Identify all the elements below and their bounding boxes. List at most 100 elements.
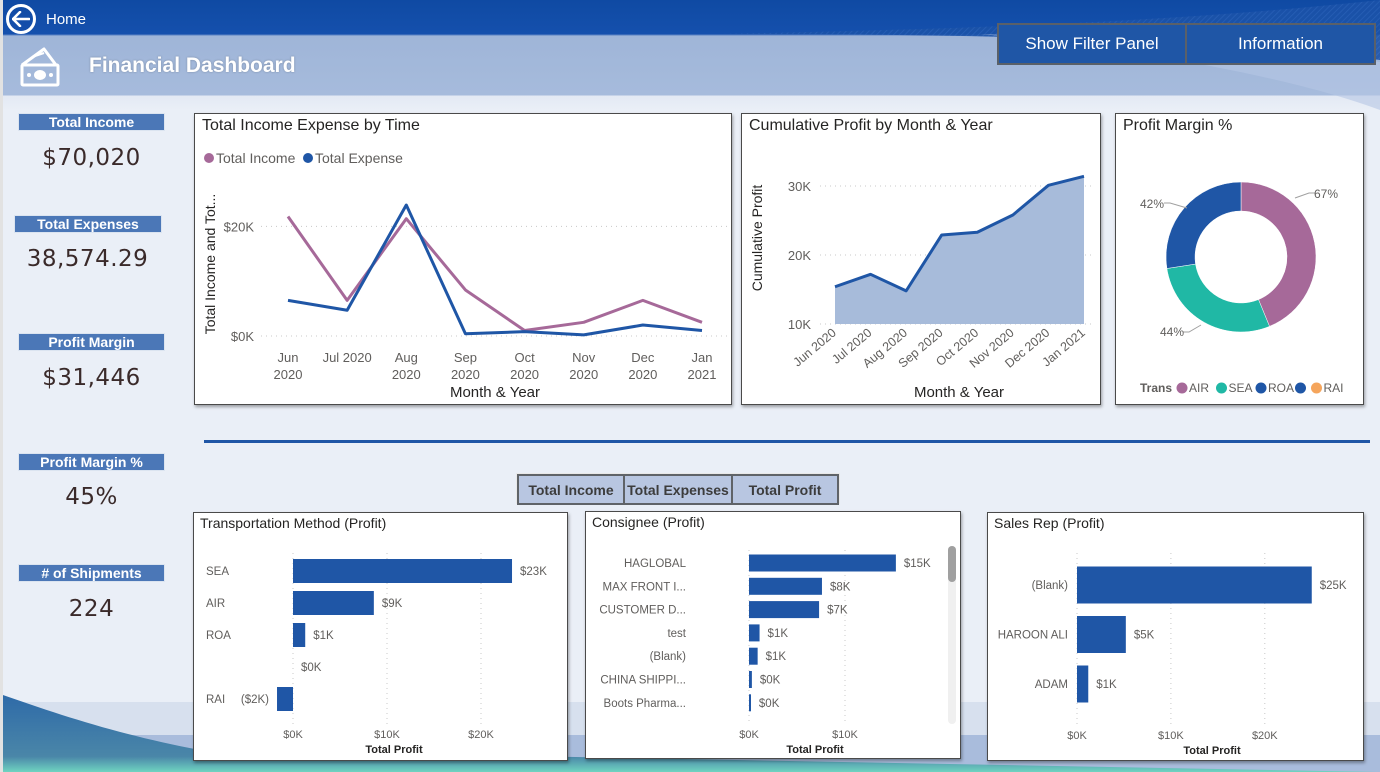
y-axis-title: Total Income and Tot... [202,194,218,335]
donut-data-label: 67% [1314,187,1338,201]
money-icon [20,47,60,87]
bar [749,624,760,642]
income-expense-chart: Total Income Total Expense $0K $20K Total In… [202,150,730,401]
legend-marker-total-expense [303,153,313,163]
data-label: $0K [759,698,780,710]
area-fill [835,176,1084,324]
x-axis-title: Total Profit [1183,745,1241,757]
scrollbar-thumb[interactable] [948,546,956,582]
x-tick-label: Aug [395,350,418,365]
consignee-profit-chart: $0K $10K Total Profit HAGLOBAL $15K MAX FRONT… [599,550,931,756]
x-tick-label: $20K [468,729,494,741]
back-arrow-icon [6,4,36,34]
bar [749,647,758,665]
kpi-shipments-label: # of Shipments [18,564,165,582]
x-axis-title: Total Profit [365,744,423,756]
legend-title: Trans [1140,381,1172,395]
legend-marker [1216,382,1227,394]
kpi-profit-margin-value: $31,446 [42,365,141,391]
category-label: HAGLOBAL [624,558,687,570]
bar [277,687,293,711]
data-label: $9K [382,598,403,610]
kpi-profit-margin-pct-label: Profit Margin % [18,453,165,471]
y-tick-label: $20K [224,219,255,234]
toggle-total-profit[interactable]: Total Profit [731,474,839,505]
x-tick-label: 2020 [510,367,539,382]
profit-margin-donut-card[interactable]: Profit Margin % 67% 44% 42% Trans AIR SEA ROA R… [1115,113,1364,405]
series-line-total-income [286,215,703,333]
show-filter-panel-button[interactable]: Show Filter Panel [997,23,1187,65]
sales-rep-profit-card[interactable]: Sales Rep (Profit) $0K $10K $20K Total Prof… [987,512,1364,761]
bar [293,559,513,583]
bar [749,554,896,572]
data-label: $23K [520,566,547,578]
kpi-profit-margin-label: Profit Margin [18,333,165,351]
data-label: $5K [1134,630,1155,642]
legend-label: RAI [1324,381,1344,395]
donut-data-label: 42% [1140,197,1164,211]
profit-margin-donut-chart: 67% 44% 42% Trans AIR SEA ROA RAI [1140,181,1344,395]
category-label: RAI [206,694,225,706]
x-tick-label: 2020 [451,367,480,382]
kpi-total-income-value: $70,020 [42,145,141,171]
x-tick-label: $0K [1067,730,1087,742]
category-label: CUSTOMER D... [599,605,686,617]
legend-label: Total Expense [315,150,403,166]
bar [1077,616,1126,653]
bar [1077,665,1089,703]
category-label: AIR [206,598,225,610]
cumulative-profit-chart-card[interactable]: Cumulative Profit by Month & Year 10K 20K… [741,113,1101,405]
consignee-profit-card[interactable]: Consignee (Profit) $0K $10K Total Profit HA… [585,511,961,759]
left-edge [0,0,3,772]
donut-data-label: 44% [1160,325,1184,339]
kpi-total-expenses-value: 38,574.29 [26,246,149,272]
cumulative-profit-chart: 10K20K30KCumulative ProfitJun 2020Jul 20… [749,174,1094,401]
category-label: HAROON ALI [998,630,1068,642]
legend-label: SEA [1229,381,1253,395]
transportation-profit-card[interactable]: Transportation Method (Profit) $0K $10K $2… [193,512,568,761]
donut-label-leader [1164,202,1188,209]
data-label: $1K [768,628,789,640]
sales-rep-profit-chart: $0K $10K $20K Total Profit (Blank) $25K HAROON… [998,553,1347,757]
x-tick-label: $20K [1252,730,1278,742]
y-axis-title: Cumulative Profit [749,185,765,292]
home-button[interactable]: Home [6,4,86,34]
data-label: $25K [1320,580,1347,592]
x-tick-label: Dec [631,350,655,365]
x-tick-label: Jan [692,350,713,365]
kpi-profit-margin-pct-value: 45% [65,484,118,510]
legend-marker [1255,382,1267,394]
information-button[interactable]: Information [1185,23,1376,65]
y-tick-label: 30K [788,179,811,194]
income-expense-chart-card[interactable]: Total Income Expense by Time Total Incom… [194,113,732,405]
category-label: SEA [206,566,229,578]
donut-slice-sea [1166,263,1270,333]
x-tick-label: $0K [283,729,303,741]
bar [749,694,751,712]
y-tick-label: 10K [788,317,811,332]
toggle-total-income[interactable]: Total Income [517,474,625,505]
scrollbar-track[interactable] [948,546,956,724]
category-label: (Blank) [650,651,687,663]
legend-marker [1176,382,1188,394]
x-tick-label: $0K [739,729,759,741]
kpi-total-income-label: Total Income [18,113,165,131]
donut-label-leader [1183,324,1202,333]
data-label: $1K [313,630,334,642]
toggle-total-expenses[interactable]: Total Expenses [623,474,733,505]
data-label: ($2K) [241,694,269,706]
data-label: $1K [766,651,787,663]
bar [293,591,374,615]
x-axis-title: Month & Year [450,384,540,401]
data-label: $8K [830,581,851,593]
legend-label: ROA [1268,381,1294,395]
category-label: ADAM [1035,679,1068,691]
bar [749,577,822,595]
x-tick-label: Sep [454,350,477,365]
kpi-shipments-value: 224 [68,596,115,622]
data-label: $15K [904,558,931,570]
transportation-profit-chart: $0K $10K $20K Total Profit SEA $23K AIR $9K ROA $… [206,553,547,756]
data-label: $0K [301,662,322,674]
section-divider [204,440,1370,443]
series-line-total-expense [287,203,703,337]
